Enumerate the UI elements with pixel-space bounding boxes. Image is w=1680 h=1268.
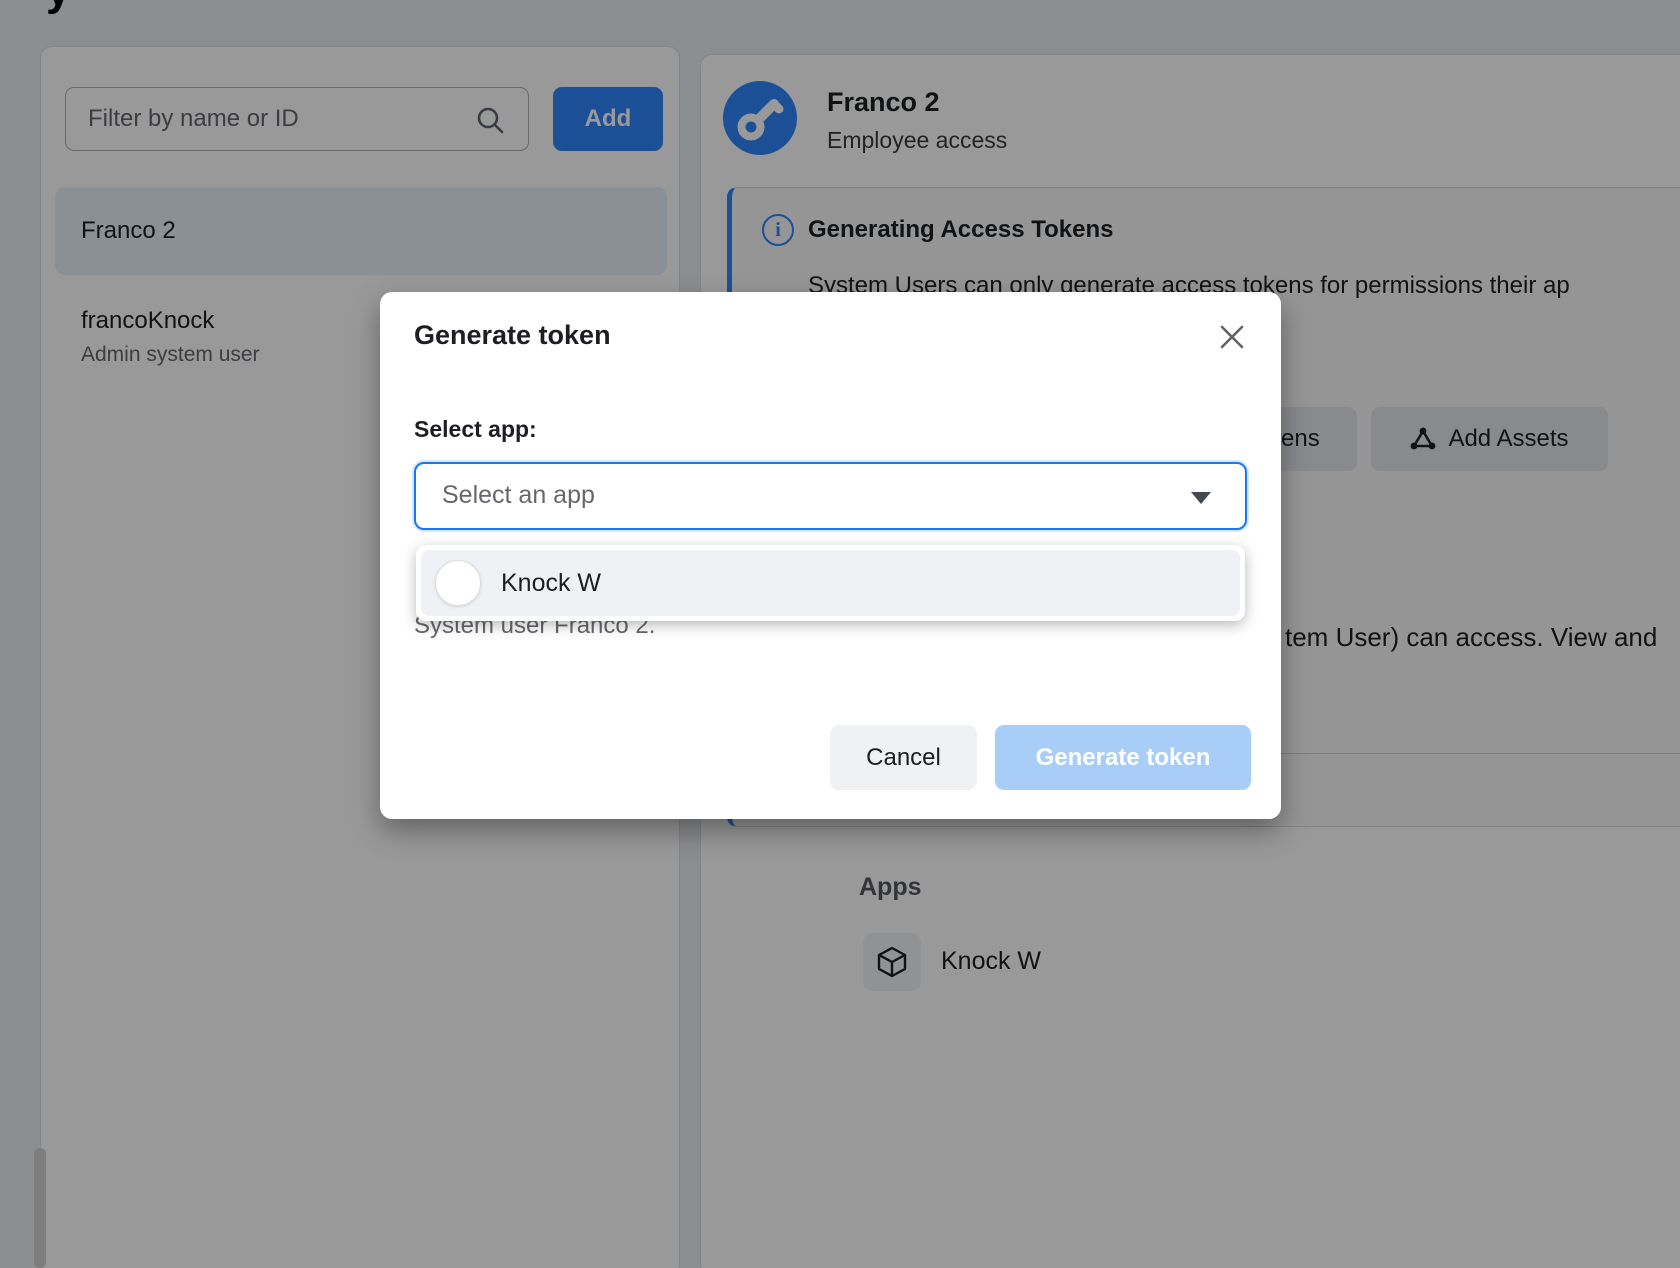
app-option-label: Knock W [501,569,601,598]
generate-token-button[interactable]: Generate token [995,725,1251,790]
select-placeholder: Select an app [442,481,595,510]
chevron-down-icon [1191,492,1211,504]
scrollbar-thumb[interactable] [34,1148,46,1268]
close-icon[interactable] [1213,319,1251,357]
system-users-page: y Add Franco 2 francoKnock Admin system … [0,0,1680,1268]
cancel-button[interactable]: Cancel [830,725,977,790]
generate-token-dialog: Generate token Select app: Select an app… [380,292,1281,819]
app-select-dropdown[interactable]: Select an app [414,462,1247,530]
app-avatar [435,560,481,606]
dialog-title: Generate token [414,320,611,351]
app-options-listbox: Knock W [416,545,1245,621]
app-option-knock-w[interactable]: Knock W [421,550,1240,616]
select-app-label: Select app: [414,416,537,443]
